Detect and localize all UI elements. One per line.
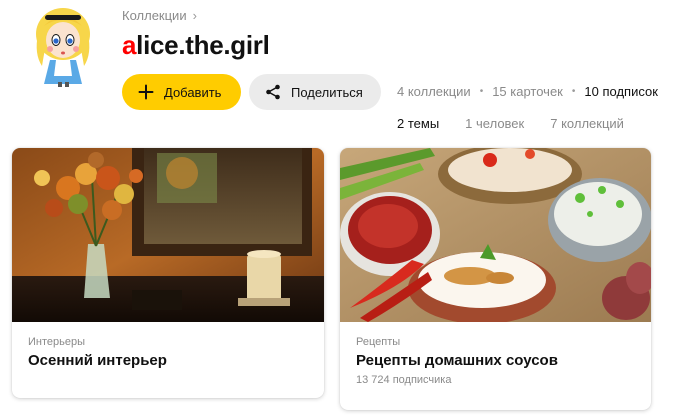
autumn-interior-photo: [12, 148, 324, 322]
card-title[interactable]: Осенний интерьер: [28, 352, 308, 369]
card-title[interactable]: Рецепты домашних соусов: [356, 352, 635, 369]
page-title: alice.the.girl: [122, 30, 270, 61]
card-category: Рецепты: [356, 336, 401, 348]
stat-collections[interactable]: 4 коллекции: [397, 84, 471, 99]
chevron-right-icon: ›: [192, 8, 197, 23]
card-category: Интерьеры: [28, 336, 86, 348]
plus-icon: [136, 82, 156, 102]
share-button-label: Поделиться: [291, 84, 363, 100]
sauces-photo: [340, 148, 651, 322]
breadcrumb[interactable]: Коллекции ›: [122, 8, 197, 23]
share-button[interactable]: Поделиться: [249, 74, 381, 110]
subscriptions-themes[interactable]: 2 темы: [397, 116, 439, 131]
card-subscribers-count: 13 724 подписчика: [356, 374, 452, 386]
collection-card[interactable]: Интерьеры Осенний интерьер: [12, 148, 324, 398]
subscriptions-people[interactable]: 1 человек: [465, 116, 524, 131]
share-icon: [263, 82, 283, 102]
subscriptions-collections[interactable]: 7 коллекций: [550, 116, 624, 131]
add-button-label: Добавить: [164, 84, 222, 100]
subscriptions-breakdown: 2 темы 1 человек 7 коллекций: [397, 116, 624, 131]
title-rest: lice.the.girl: [136, 30, 270, 60]
stat-subscriptions[interactable]: 10 подписок: [584, 84, 658, 99]
title-first-letter: a: [122, 30, 137, 60]
separator-dot: •: [479, 86, 484, 97]
breadcrumb-collections-link[interactable]: Коллекции: [122, 8, 187, 23]
add-button[interactable]: Добавить: [122, 74, 241, 110]
avatar[interactable]: [28, 4, 98, 88]
separator-dot: •: [571, 86, 576, 97]
profile-stats: 4 коллекции • 15 карточек • 10 подписок: [397, 84, 658, 99]
collection-card[interactable]: Рецепты Рецепты домашних соусов 13 724 п…: [340, 148, 651, 410]
stat-cards[interactable]: 15 карточек: [492, 84, 563, 99]
